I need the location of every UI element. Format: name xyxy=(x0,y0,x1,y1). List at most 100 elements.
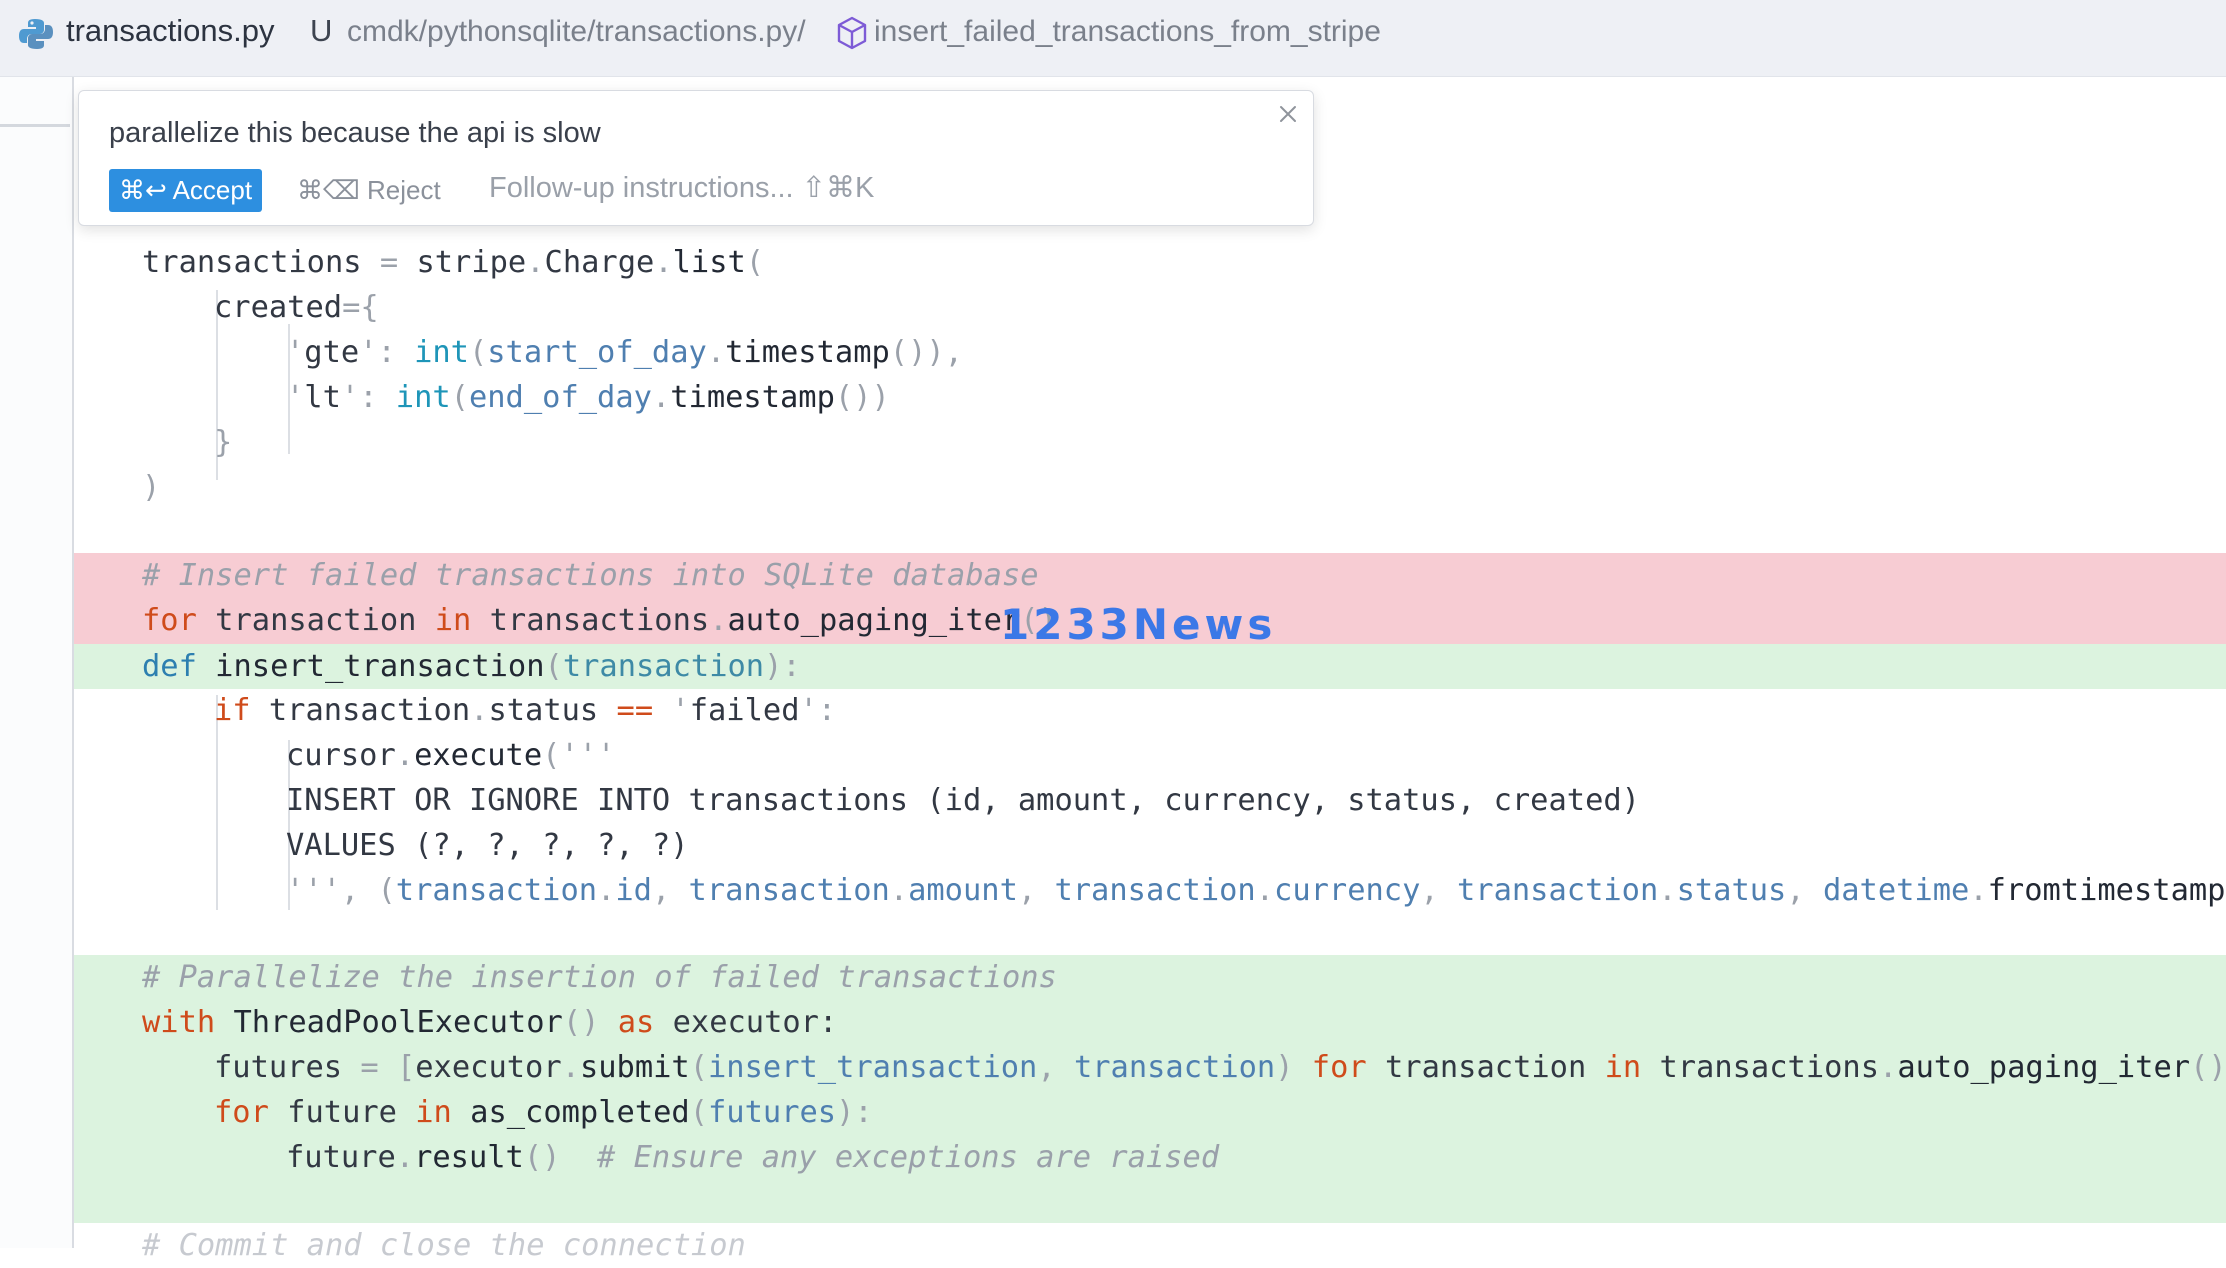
code-token: transaction xyxy=(1457,873,1659,908)
code-token: = xyxy=(342,290,361,325)
code-token: gte xyxy=(304,335,360,370)
code-token: ( xyxy=(689,1095,709,1130)
code-token: end_of_day xyxy=(468,380,652,415)
code-token: ' xyxy=(359,335,378,370)
code-token: transaction xyxy=(1054,873,1256,908)
code-token: ( xyxy=(450,380,469,415)
code-line: cursor.execute(''' xyxy=(74,733,2226,778)
code-token: () xyxy=(562,1005,600,1040)
code-token: ) xyxy=(142,470,161,505)
added-line: with ThreadPoolExecutor() as executor: xyxy=(74,1000,2226,1045)
code-token: , xyxy=(1037,1050,1074,1085)
code-token: , xyxy=(651,873,689,908)
code-token: : xyxy=(359,380,396,415)
code-comment: # Ensure any exceptions are raised xyxy=(560,1140,1220,1175)
code-token: ' xyxy=(340,380,360,415)
code-token: ): xyxy=(836,1095,873,1130)
code-token: ( xyxy=(544,649,563,684)
inline-edit-prompt: parallelize this because the api is slow… xyxy=(78,90,1314,226)
code-token: status xyxy=(488,693,617,728)
code-token: executor: xyxy=(672,1005,838,1040)
reject-button[interactable]: ⌘⌫ Reject xyxy=(297,169,441,212)
code-token: ThreadPoolExecutor xyxy=(215,1005,563,1040)
code-token: status xyxy=(1676,873,1787,908)
code-token: ()) xyxy=(834,380,890,415)
added-line: def insert_transaction(transaction): xyxy=(74,644,2226,689)
code-token: ': xyxy=(799,693,837,728)
code-token: ( xyxy=(689,1050,709,1085)
editor-gutter xyxy=(0,77,74,1248)
followup-input[interactable]: Follow-up instructions... ⇧⌘K xyxy=(489,167,874,210)
code-token: . xyxy=(654,245,673,280)
code-line: 'lt': int(end_of_day.timestamp()) xyxy=(74,375,2226,420)
code-token: executor xyxy=(415,1050,562,1085)
code-token: int xyxy=(395,380,451,415)
python-icon xyxy=(19,19,53,49)
code-token: = xyxy=(361,245,417,280)
prompt-text: parallelize this because the api is slow xyxy=(109,117,601,149)
code-token: VALUES (?, ?, ?, ?, ?) xyxy=(286,828,689,863)
code-token: ''', ( xyxy=(286,873,396,908)
code-line: 'gte': int(start_of_day.timestamp()), xyxy=(74,330,2226,375)
code-token: . xyxy=(1879,1050,1898,1085)
code-keyword: for xyxy=(214,1095,269,1130)
code-token: transactions xyxy=(471,603,710,638)
code-token: . xyxy=(561,1050,580,1085)
code-token: . xyxy=(395,1140,415,1175)
code-token: INSERT OR IGNORE INTO transactions (id, … xyxy=(286,783,1640,818)
gutter-divider xyxy=(0,124,70,127)
added-line: future.result() # Ensure any exceptions … xyxy=(74,1135,2226,1223)
code-token: fromtimestamp xyxy=(1987,873,2226,908)
code-token: { xyxy=(360,290,379,325)
code-token: transaction xyxy=(395,873,598,908)
code-keyword: if xyxy=(214,693,251,728)
code-token: ' xyxy=(286,380,305,415)
code-token: result xyxy=(414,1140,524,1175)
code-token: int xyxy=(414,335,469,370)
code-line: INSERT OR IGNORE INTO transactions (id, … xyxy=(74,778,2226,823)
code-keyword: in xyxy=(1604,1050,1660,1085)
code-token: , xyxy=(1017,873,1055,908)
code-token: auto_paging_iter xyxy=(1897,1050,2191,1085)
code-token: lt xyxy=(304,380,341,415)
code-token: . xyxy=(709,603,728,638)
added-line: # Parallelize the insertion of failed tr… xyxy=(74,955,2226,1000)
watermark-text: 1233News xyxy=(1000,600,1277,649)
code-keyword: in xyxy=(434,603,472,638)
code-token: insert_transaction xyxy=(196,649,545,684)
code-token: ' xyxy=(286,335,305,370)
code-token: insert_transaction xyxy=(708,1050,1038,1085)
code-token: start_of_day xyxy=(487,335,707,370)
code-keyword: for xyxy=(142,603,197,638)
code-token: transactions xyxy=(142,245,362,280)
code-token: auto_paging_iter xyxy=(727,603,1021,638)
added-line: for future in as_completed(futures): xyxy=(74,1090,2226,1135)
code-keyword: for xyxy=(1293,1050,1385,1085)
code-token: Charge xyxy=(544,245,655,280)
code-token: = [ xyxy=(360,1050,416,1085)
code-token: . xyxy=(651,380,671,415)
code-line: ''', (transaction.id, transaction.amount… xyxy=(74,868,2226,913)
code-token: amount xyxy=(908,873,1018,908)
code-line: VALUES (?, ?, ?, ?, ?) xyxy=(74,823,2226,868)
code-token: ( xyxy=(468,335,488,370)
code-token: transaction xyxy=(250,693,471,728)
code-token: , xyxy=(1420,873,1457,908)
code-token: . xyxy=(706,335,726,370)
deleted-line: # Insert failed transactions into SQLite… xyxy=(74,553,2226,598)
accept-button[interactable]: ⌘↩ Accept xyxy=(109,169,263,212)
code-token: ): xyxy=(764,649,801,684)
code-token: id xyxy=(615,873,652,908)
code-token: == xyxy=(616,693,654,728)
code-line: transactions = stripe.Charge.list( xyxy=(74,240,2226,285)
code-token: transactions xyxy=(1659,1050,1880,1085)
code-token: transaction xyxy=(1385,1050,1605,1085)
code-token: execute xyxy=(414,738,543,773)
code-token: . xyxy=(1255,873,1275,908)
code-keyword: with xyxy=(142,1005,216,1040)
code-token: () xyxy=(523,1140,561,1175)
close-icon[interactable] xyxy=(1273,99,1303,129)
code-token: . xyxy=(889,873,909,908)
code-token: . xyxy=(597,873,616,908)
code-token: transaction xyxy=(688,873,890,908)
